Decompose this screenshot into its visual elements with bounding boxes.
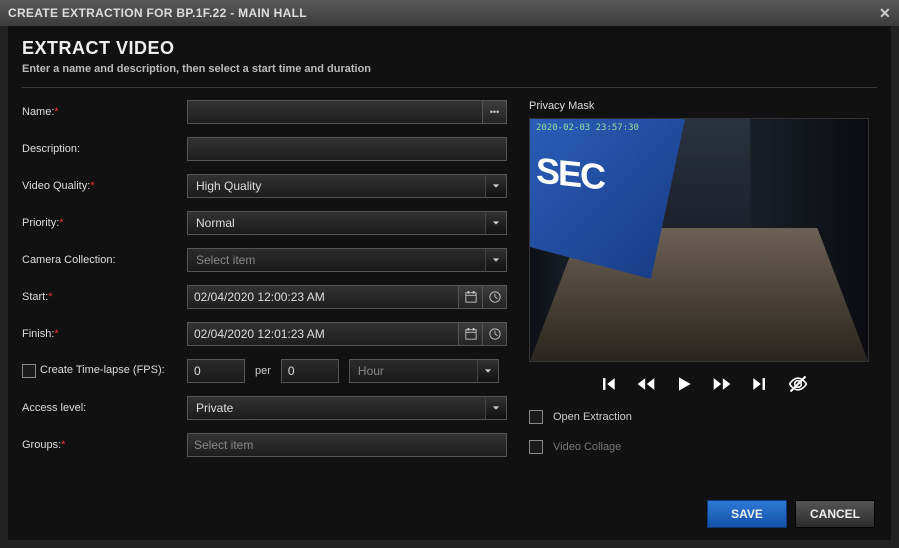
name-input[interactable] bbox=[187, 100, 483, 124]
required-marker: * bbox=[54, 106, 58, 118]
name-label: Name: bbox=[22, 106, 54, 118]
timelapse-unit-select[interactable]: Hour bbox=[349, 359, 499, 383]
video-collage-row: Video Collage bbox=[529, 440, 877, 454]
chevron-down-icon bbox=[485, 248, 507, 272]
chevron-down-icon bbox=[485, 396, 507, 420]
chevron-down-icon bbox=[485, 211, 507, 235]
finish-input[interactable] bbox=[187, 322, 459, 346]
access-level-value: Private bbox=[187, 396, 507, 420]
save-button[interactable]: SAVE bbox=[707, 500, 787, 528]
window-title: CREATE EXTRACTION FOR BP.1F.22 - MAIN HA… bbox=[8, 6, 307, 20]
video-quality-value: High Quality bbox=[187, 174, 507, 198]
timelapse-label: Create Time-lapse (FPS): bbox=[40, 364, 165, 377]
per-label: per bbox=[245, 365, 281, 377]
rewind-button[interactable] bbox=[636, 374, 656, 394]
cancel-button[interactable]: CANCEL bbox=[795, 500, 875, 528]
video-collage-checkbox[interactable] bbox=[529, 440, 543, 454]
chevron-down-icon bbox=[485, 174, 507, 198]
access-level-select[interactable]: Private bbox=[187, 396, 507, 420]
privacy-mask-toggle-icon[interactable] bbox=[788, 374, 808, 394]
skip-end-button[interactable] bbox=[750, 374, 770, 394]
privacy-mask-label: Privacy Mask bbox=[529, 100, 877, 112]
skip-start-button[interactable] bbox=[598, 374, 618, 394]
camera-collection-label: Camera Collection: bbox=[22, 254, 187, 266]
start-input[interactable] bbox=[187, 285, 459, 309]
open-extraction-row: Open Extraction bbox=[529, 410, 877, 424]
groups-input[interactable] bbox=[187, 433, 507, 457]
close-icon[interactable]: ✕ bbox=[879, 5, 891, 22]
page-title: EXTRACT VIDEO bbox=[22, 38, 877, 59]
playback-controls bbox=[529, 374, 877, 394]
start-time-button[interactable] bbox=[483, 285, 507, 309]
timelapse-frames-input[interactable] bbox=[187, 359, 245, 383]
row-name: Name:* ••• bbox=[22, 100, 507, 124]
camera-collection-select[interactable]: Select item bbox=[187, 248, 507, 272]
priority-select[interactable]: Normal bbox=[187, 211, 507, 235]
page-sub: Enter a name and description, then selec… bbox=[22, 63, 877, 75]
banner-text: SEC bbox=[536, 149, 604, 198]
finish-time-button[interactable] bbox=[483, 322, 507, 346]
camera-collection-value: Select item bbox=[187, 248, 507, 272]
video-collage-label: Video Collage bbox=[553, 441, 621, 453]
titlebar: CREATE EXTRACTION FOR BP.1F.22 - MAIN HA… bbox=[0, 0, 899, 26]
groups-label: Groups: bbox=[22, 439, 61, 451]
play-button[interactable] bbox=[674, 374, 694, 394]
video-preview[interactable]: SEC 2020-02-03 23:57:30 bbox=[529, 118, 869, 362]
fast-forward-button[interactable] bbox=[712, 374, 732, 394]
start-label: Start: bbox=[22, 291, 48, 303]
description-input[interactable] bbox=[187, 137, 507, 161]
open-extraction-label: Open Extraction bbox=[553, 411, 632, 423]
start-date-button[interactable] bbox=[459, 285, 483, 309]
priority-value: Normal bbox=[187, 211, 507, 235]
priority-label: Priority: bbox=[22, 217, 59, 229]
access-level-label: Access level: bbox=[22, 402, 187, 414]
chevron-down-icon bbox=[477, 359, 499, 383]
ellipsis-icon: ••• bbox=[490, 107, 499, 117]
finish-date-button[interactable] bbox=[459, 322, 483, 346]
finish-label: Finish: bbox=[22, 328, 54, 340]
video-quality-select[interactable]: High Quality bbox=[187, 174, 507, 198]
timelapse-per-input[interactable] bbox=[281, 359, 339, 383]
video-quality-label: Video Quality: bbox=[22, 180, 90, 192]
open-extraction-checkbox[interactable] bbox=[529, 410, 543, 424]
timelapse-checkbox[interactable] bbox=[22, 364, 36, 378]
description-label: Description: bbox=[22, 143, 187, 155]
preview-timestamp: 2020-02-03 23:57:30 bbox=[536, 123, 639, 133]
name-lookup-button[interactable]: ••• bbox=[483, 100, 507, 124]
